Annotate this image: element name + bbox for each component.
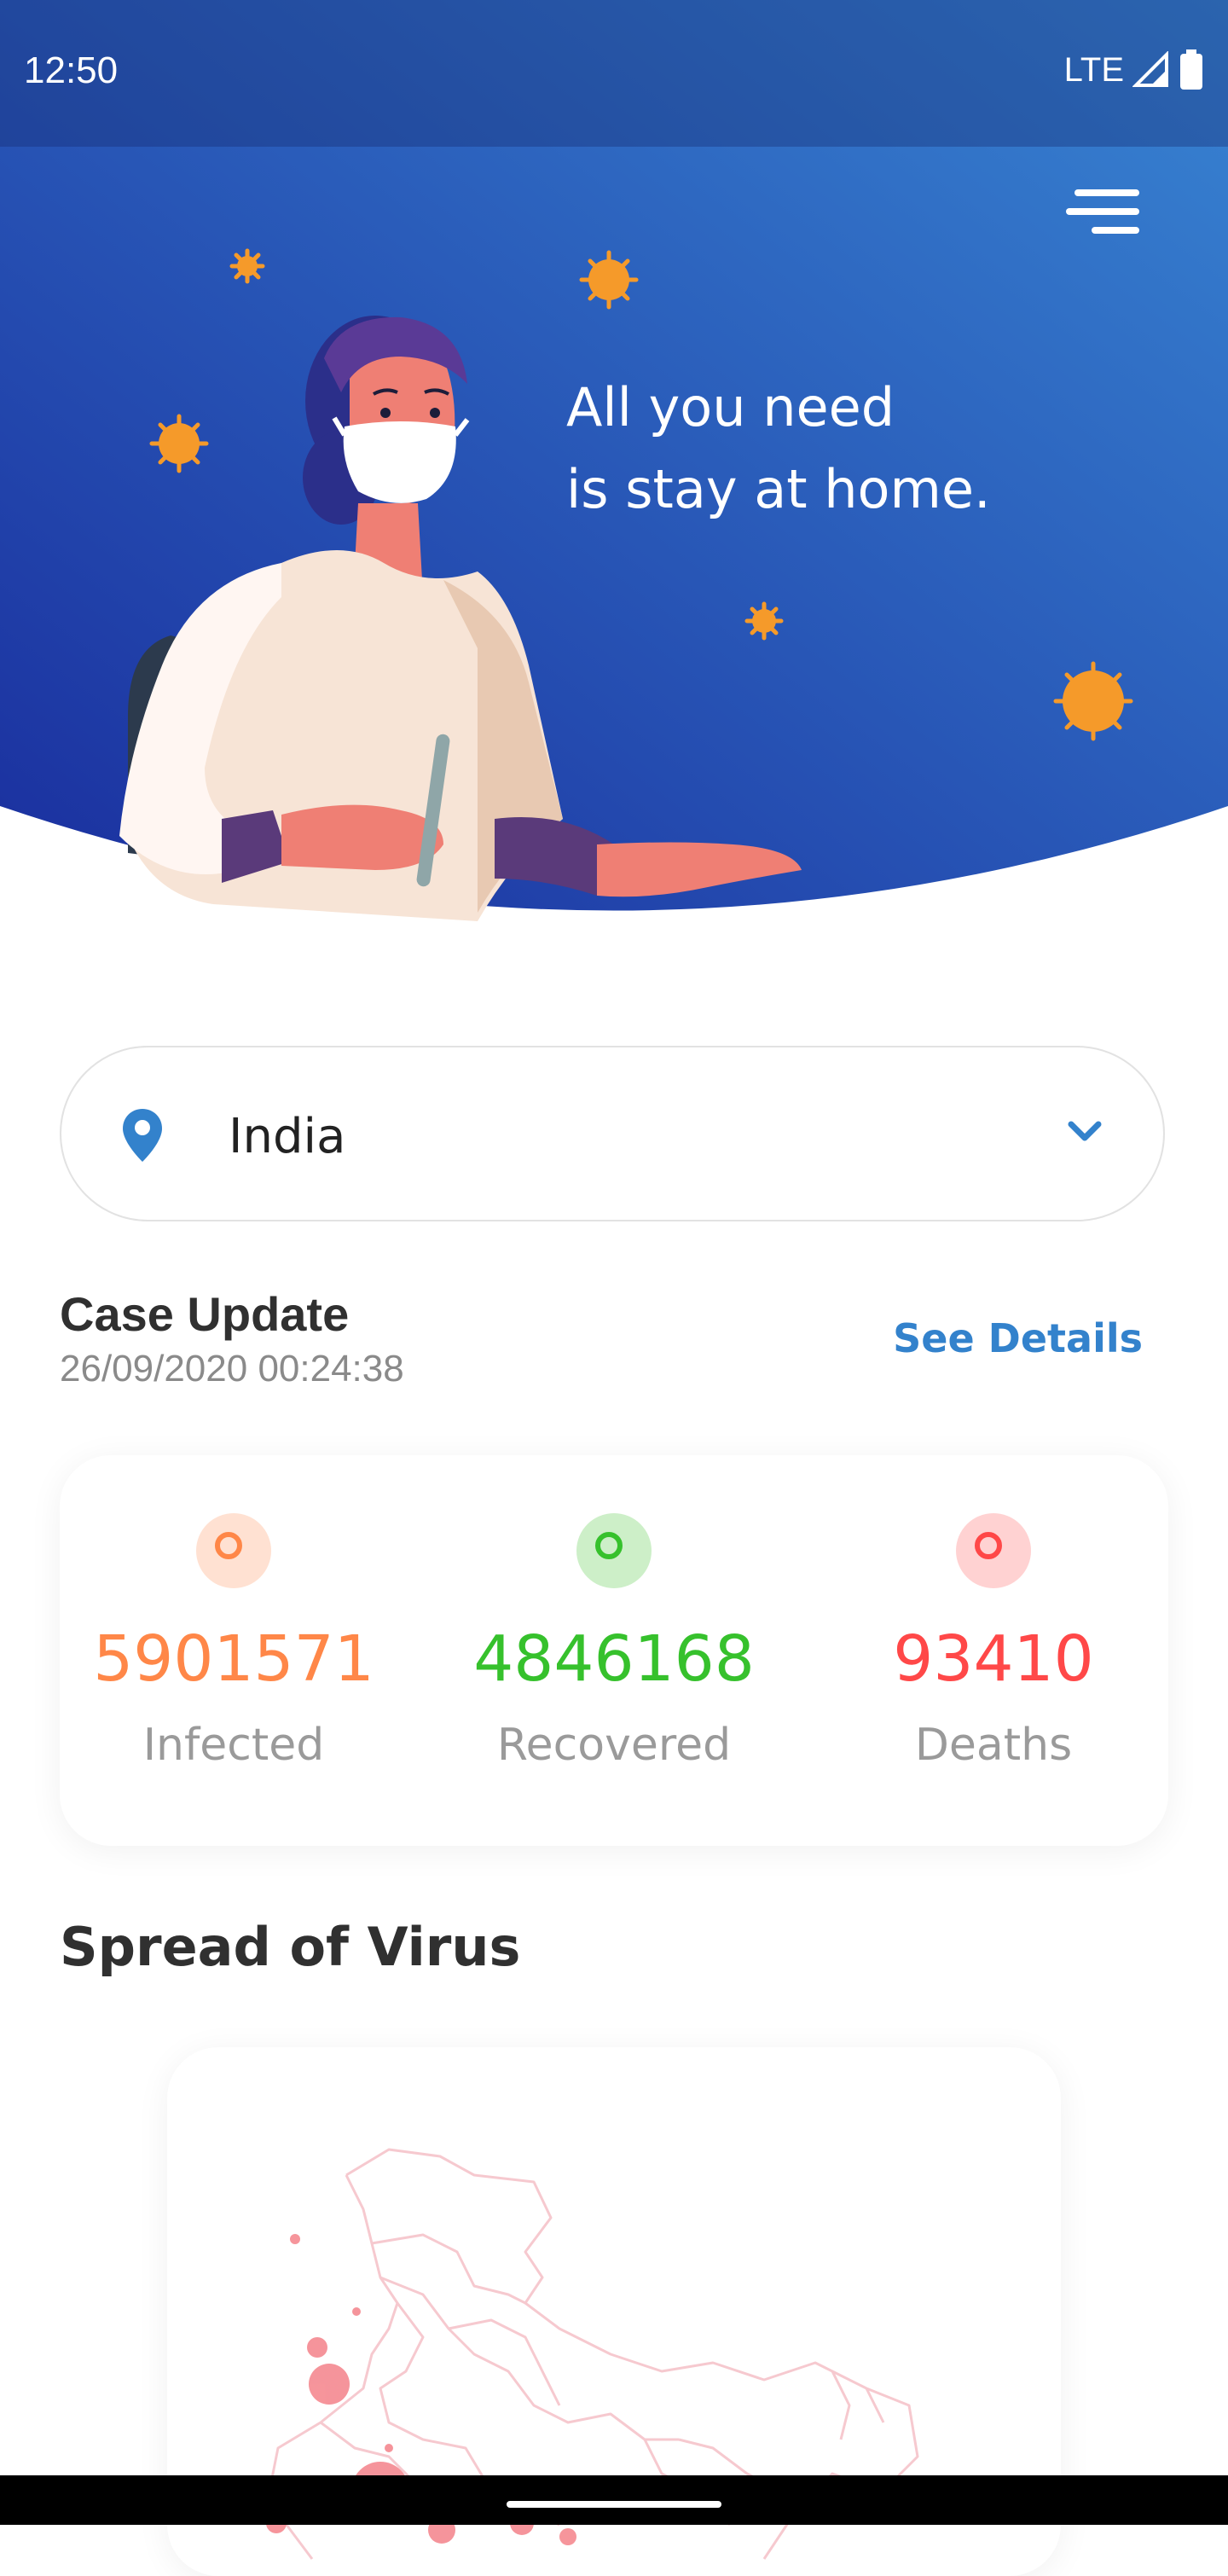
status-time: 12:50 xyxy=(24,49,119,91)
case-update-title: Case Update xyxy=(60,1287,350,1341)
signal-icon xyxy=(1132,51,1168,87)
menu-button[interactable] xyxy=(1066,186,1143,237)
location-pin-icon xyxy=(123,1109,162,1162)
deaths-indicator-icon xyxy=(956,1513,1031,1588)
home-gesture-handle[interactable] xyxy=(507,2501,721,2508)
infected-label: Infected xyxy=(142,1720,325,1771)
recovered-indicator-icon xyxy=(576,1513,652,1588)
country-dropdown[interactable]: India xyxy=(60,1046,1165,1221)
chevron-down-icon xyxy=(1068,1121,1102,1141)
case-stats-card: 5901571 Infected 4846168 Recovered 93410… xyxy=(60,1455,1168,1846)
headline-line-1: All you need xyxy=(566,376,895,438)
hero-headline: All you need is stay at home. xyxy=(566,367,1044,531)
recovered-label: Recovered xyxy=(496,1720,732,1771)
infected-indicator-icon xyxy=(196,1513,271,1588)
status-bar: 12:50 LTE xyxy=(0,0,1228,147)
deaths-count: 93410 xyxy=(893,1622,1094,1696)
selected-country: India xyxy=(229,1109,346,1164)
recovered-count: 4846168 xyxy=(473,1622,755,1696)
spread-of-virus-title: Spread of Virus xyxy=(60,1916,521,1978)
network-label: LTE xyxy=(1063,50,1124,89)
headline-line-2: is stay at home. xyxy=(566,458,991,520)
system-navigation-bar xyxy=(0,2475,1228,2525)
status-icons: LTE xyxy=(1064,49,1204,90)
deaths-label: Deaths xyxy=(914,1720,1073,1771)
see-details-link[interactable]: See Details xyxy=(893,1315,1143,1361)
infected-count: 5901571 xyxy=(93,1622,374,1696)
hamburger-icon xyxy=(1066,189,1139,234)
battery-icon xyxy=(1180,49,1202,90)
case-update-timestamp: 26/09/2020 00:24:38 xyxy=(60,1348,404,1390)
